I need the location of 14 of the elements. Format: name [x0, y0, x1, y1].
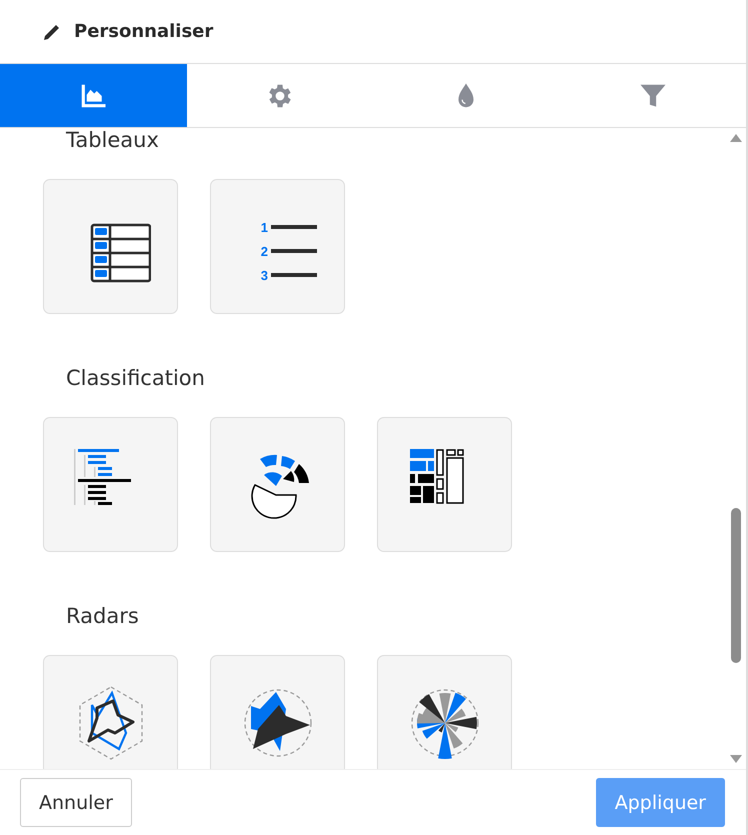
chart-type-card[interactable] [210, 655, 345, 769]
chart-type-card[interactable] [377, 655, 512, 769]
chart-type-card[interactable] [210, 417, 345, 552]
chart-type-card[interactable] [377, 417, 512, 552]
tab[interactable] [0, 64, 186, 127]
chart-type-card[interactable] [43, 179, 178, 314]
cancel-button[interactable]: Annuler [20, 778, 132, 827]
section-title: Radars [65, 604, 140, 628]
section-title: Classification [65, 366, 206, 390]
chart-type-card[interactable] [43, 655, 178, 769]
apply-button[interactable]: Appliquer [596, 778, 725, 827]
chart-type-card[interactable]: 1 2 3 [210, 179, 345, 314]
section-title: Tableaux [65, 128, 160, 152]
panel-title: Personnaliser [74, 21, 214, 42]
